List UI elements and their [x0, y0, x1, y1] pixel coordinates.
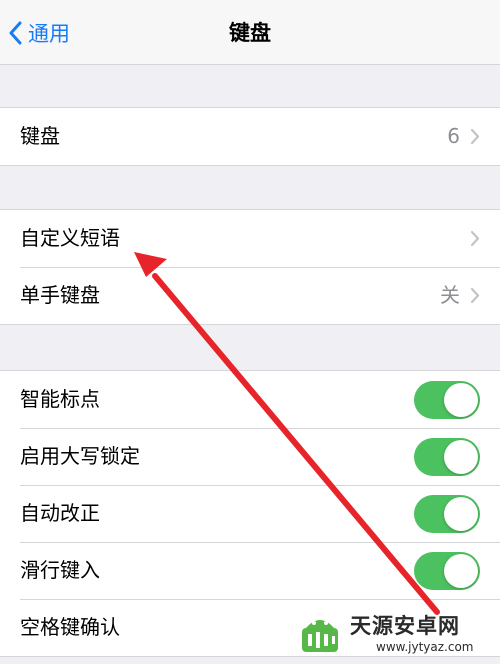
- chevron-right-icon: [470, 287, 480, 304]
- toggle-knob: [444, 554, 478, 588]
- watermark: 天源安卓网 www.jytyaz.com: [296, 608, 492, 660]
- chevron-right-icon: [470, 128, 480, 145]
- caps-lock-toggle[interactable]: [414, 438, 480, 476]
- navigation-bar: 通用 键盘: [0, 0, 500, 65]
- space-confirm-label: 空格键确认: [20, 615, 120, 639]
- one-handed-keyboard-row[interactable]: 单手键盘 关: [0, 267, 500, 324]
- keyboards-count: 6: [447, 124, 460, 148]
- watermark-url: www.jytyaz.com: [376, 640, 474, 654]
- keyboards-label: 键盘: [20, 124, 60, 148]
- text-group: 自定义短语 单手键盘 关: [0, 209, 500, 325]
- android-logo-icon: [302, 620, 338, 652]
- toggle-row: 滑行键入: [0, 542, 500, 599]
- smart-punctuation-label: 智能标点: [20, 387, 100, 411]
- slide-to-type-label: 滑行键入: [20, 558, 100, 582]
- toggle-knob: [444, 440, 478, 474]
- watermark-title: 天源安卓网: [350, 614, 460, 638]
- smart-punctuation-toggle[interactable]: [414, 381, 480, 419]
- toggle-knob: [444, 383, 478, 417]
- toggle-row: 智能标点: [0, 371, 500, 428]
- chevron-right-icon: [470, 230, 480, 247]
- one-handed-keyboard-value: 关: [440, 283, 460, 307]
- auto-correction-toggle[interactable]: [414, 495, 480, 533]
- text-replacement-row[interactable]: 自定义短语: [0, 210, 500, 267]
- one-handed-keyboard-label: 单手键盘: [20, 283, 100, 307]
- toggle-row: 自动改正: [0, 485, 500, 542]
- slide-to-type-toggle[interactable]: [414, 552, 480, 590]
- keyboards-group: 键盘 6: [0, 107, 500, 166]
- page-title: 键盘: [229, 21, 271, 45]
- keyboards-row[interactable]: 键盘 6: [0, 108, 500, 165]
- auto-correction-label: 自动改正: [20, 501, 100, 525]
- toggle-knob: [444, 497, 478, 531]
- text-replacement-label: 自定义短语: [20, 226, 120, 250]
- toggle-row: 启用大写锁定: [0, 428, 500, 485]
- caps-lock-label: 启用大写锁定: [20, 444, 140, 468]
